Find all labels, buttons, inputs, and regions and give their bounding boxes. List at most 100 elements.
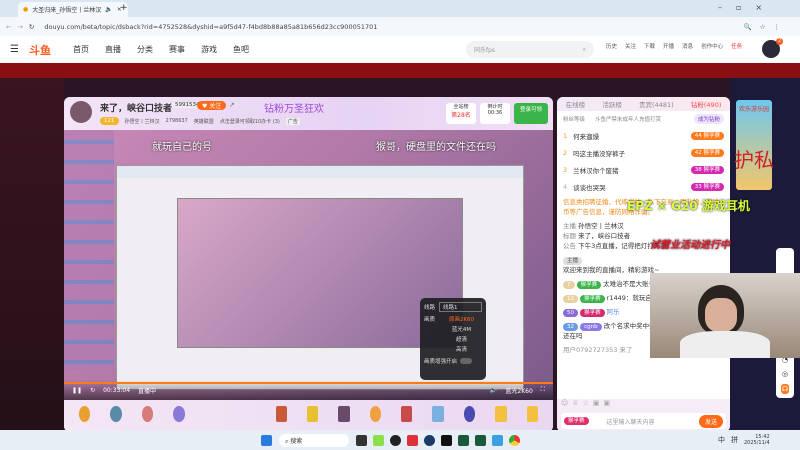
nav-fishbar[interactable]: 鱼吧 — [233, 44, 249, 55]
overlay-text: 护私 — [734, 148, 774, 172]
share-icon[interactable]: ↗ — [229, 101, 235, 109]
download-button[interactable]: 下载 — [644, 42, 655, 50]
browser-actions[interactable]: 🔍☆⋮ — [744, 23, 788, 31]
top-banner — [0, 63, 800, 78]
quality-option[interactable]: 蓝光4M — [441, 325, 482, 335]
hdr-toggle[interactable] — [460, 358, 473, 364]
list-item[interactable]: 1 何来遛燥 44 猴孚赛 — [557, 127, 730, 144]
gift-item[interactable] — [79, 406, 91, 422]
refresh-icon[interactable]: ↻ — [90, 387, 95, 394]
start-icon[interactable] — [261, 434, 272, 446]
list-item[interactable]: 2 吗这主播没穿裤子 42 猴孚赛 — [557, 144, 730, 161]
login-reward-button[interactable]: 登录可领 — [514, 103, 548, 124]
recharge-button[interactable] — [526, 406, 539, 422]
send-button[interactable]: 发送 — [698, 414, 723, 428]
fullscreen-icon[interactable]: ⛶ — [541, 386, 545, 394]
quality-option[interactable]: 高清 — [441, 345, 482, 355]
gift-item[interactable] — [306, 406, 319, 422]
taskbar-search[interactable]: ⌕ 搜索 — [279, 433, 349, 447]
gift-item[interactable] — [275, 406, 287, 422]
gift-item[interactable] — [338, 406, 350, 422]
messages-button[interactable]: 消息 — [682, 42, 693, 50]
url-field[interactable]: douyu.com/beta/topic/dsback?rid=4752528&… — [44, 23, 377, 31]
creator-center-button[interactable]: 创作中心 — [701, 42, 723, 50]
streamer-name[interactable]: 孙悟空丨兰林汉 — [125, 118, 160, 125]
notification-badge: 2 — [776, 38, 783, 45]
streamer-avatar[interactable] — [70, 101, 92, 123]
app-icon[interactable] — [356, 434, 367, 446]
tab-active[interactable]: 活跃榜 — [602, 99, 622, 109]
line-select[interactable]: 线路1 — [439, 302, 482, 312]
nav-events[interactable]: 赛事 — [169, 44, 185, 55]
gift-item[interactable] — [432, 406, 444, 422]
progress-bar[interactable] — [64, 382, 553, 384]
chrome-icon[interactable] — [509, 434, 520, 446]
avatar[interactable]: 2 — [762, 38, 783, 58]
history-button[interactable]: 历史 — [606, 42, 617, 50]
quality-option[interactable]: 超清 — [441, 335, 482, 345]
tab-fans[interactable]: 钻粉(490) — [691, 99, 721, 109]
target-icon[interactable]: ◎ — [782, 370, 788, 378]
list-item[interactable]: 3 兰林汉你个废猪 38 猴孚赛 — [557, 161, 730, 178]
nav-category[interactable]: 分类 — [137, 44, 153, 55]
forward-icon[interactable]: → — [17, 23, 22, 31]
gift-item[interactable] — [401, 406, 413, 422]
reload-icon[interactable]: ↻ — [29, 23, 34, 31]
window-controls[interactable]: –▫× — [718, 3, 776, 12]
volume-icon[interactable]: 🔊 — [490, 387, 497, 394]
back-icon[interactable]: ← — [6, 23, 11, 31]
audio-icon[interactable]: 🔈 — [105, 6, 112, 13]
promo-link[interactable]: 点击登录可领取10办卡 (3) — [220, 118, 280, 125]
quality-menu: 线路 线路1 画质 原画2K60 蓝光4M 超清 高清 画质增强开启 — [420, 298, 486, 380]
nav-games[interactable]: 游戏 — [201, 44, 217, 55]
gift-item[interactable] — [369, 406, 382, 422]
douyu-logo[interactable]: 斗鱼 — [29, 42, 51, 58]
browser-tab[interactable]: ● 大圣归来_孙悟空丨兰林汉 🔈 × — [18, 2, 128, 17]
new-tab-button[interactable]: + — [120, 3, 128, 13]
stream-meta: 121 孙悟空丨兰林汉 2798637 英雄联盟 点击登录可领取10办卡 (3)… — [100, 117, 300, 125]
gift-item[interactable] — [173, 406, 185, 422]
tasks-button[interactable]: 任务 — [731, 42, 742, 50]
event-banner[interactable]: 钻粉万圣狂欢 — [264, 100, 324, 115]
chat-tools[interactable]: ☺♕☆▣▣ — [557, 399, 730, 411]
countdown-widget[interactable]: 倒计时 00:36 — [480, 103, 510, 124]
app-icon[interactable] — [407, 434, 418, 446]
browser-tab-bar: ● 大圣归来_孙悟空丨兰林汉 🔈 × + –▫× — [0, 0, 800, 17]
app-icon[interactable] — [441, 434, 452, 446]
taskbar: ⌕ 搜索 中拼 15:42 2025/11/4 — [0, 430, 800, 450]
search-input[interactable]: 同乐fps ⌕ — [466, 41, 594, 58]
rank-widget[interactable]: 全站榜 第28名 — [446, 103, 476, 124]
list-item[interactable]: 4 谈谈也哭哭 33 猴孚赛 — [557, 178, 730, 195]
follow-list-button[interactable]: 关注 — [625, 42, 636, 50]
app-icon[interactable] — [390, 434, 401, 446]
search-icon[interactable]: ⌕ — [583, 46, 586, 54]
favicon-icon: ● — [23, 6, 29, 13]
system-tray[interactable]: 中拼 15:42 2025/11/4 — [718, 434, 770, 446]
chat-input[interactable]: 猴孚赛 这里输入聊天内容 发送 — [561, 413, 726, 429]
category-link[interactable]: 英雄联盟 — [194, 118, 214, 125]
steam-icon[interactable] — [424, 434, 435, 446]
backpack-button[interactable] — [495, 406, 507, 422]
nav-live[interactable]: 直播 — [105, 44, 121, 55]
app-icon[interactable] — [492, 434, 503, 446]
gift-item[interactable] — [141, 406, 154, 422]
go-live-button[interactable]: 开播 — [663, 42, 674, 50]
support-icon[interactable]: ☊ — [780, 384, 790, 394]
app-icon[interactable] — [373, 434, 384, 446]
quality-option[interactable]: 原画2K60 — [441, 315, 482, 325]
app-icon[interactable] — [458, 434, 469, 446]
become-fan-button[interactable]: 成为钻粉 — [693, 114, 724, 124]
app-icon[interactable] — [475, 434, 486, 446]
nav-home[interactable]: 首页 — [73, 44, 89, 55]
tab-vip[interactable]: 贵宾(4481) — [639, 99, 674, 109]
tab-online[interactable]: 在线榜 — [566, 99, 586, 109]
page-background — [0, 78, 64, 430]
gift-item[interactable] — [110, 406, 122, 422]
quality-button[interactable]: 蓝光2K60 — [505, 386, 532, 395]
follow-button[interactable]: ♥ 关注 — [197, 101, 227, 110]
subtitle-left: 就玩自己的号 — [152, 142, 212, 153]
stream-header: 来了，峡谷口技者 5991534 ♥ 关注 ↗ 钻粉万圣狂欢 121 孙悟空丨兰… — [64, 97, 553, 130]
menu-icon[interactable]: ☰ — [10, 44, 19, 55]
gift-item[interactable] — [463, 406, 476, 422]
pause-icon[interactable]: ❚❚ — [72, 387, 82, 394]
